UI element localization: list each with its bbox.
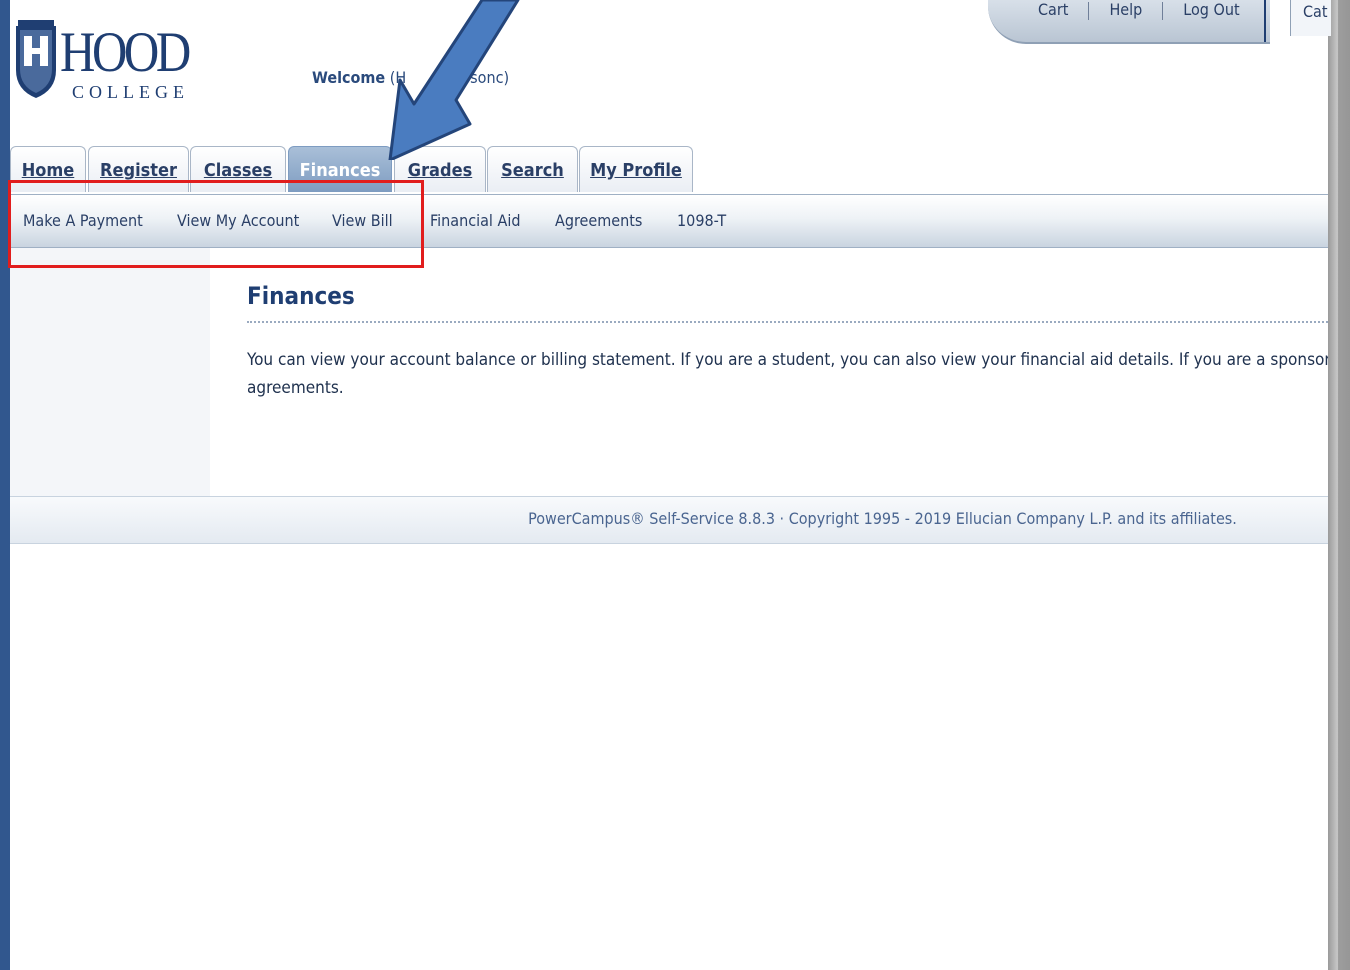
tab-label: Classes (203, 160, 273, 181)
description-line: agreements. (247, 378, 344, 398)
page-description: You can view your account balance or bil… (247, 346, 1328, 402)
tab-my-profile[interactable]: My Profile (579, 146, 693, 192)
welcome-message: Welcome (H dersonc) (312, 68, 509, 87)
tab-label: My Profile (590, 160, 682, 181)
subnav-agreements[interactable]: Agreements (555, 211, 642, 230)
left-frame-border (0, 0, 10, 970)
description-line: You can view your account balance or bil… (247, 350, 1328, 370)
window-scrollbar[interactable] (1328, 0, 1350, 970)
welcome-user-tail: dersonc) (446, 68, 510, 87)
logo-subtitle: COLLEGE (72, 82, 189, 102)
catalog-link-label: Cat (1303, 2, 1328, 21)
page-title: Finances (247, 282, 355, 310)
utility-divider (1264, 0, 1266, 42)
tab-label: Finances (299, 160, 381, 181)
utility-links: Cart Help Log Out (1038, 0, 1240, 20)
footer-copyright: PowerCampus® Self-Service 8.8.3 · Copyri… (528, 509, 1237, 528)
utility-bar: Cart Help Log Out (988, 0, 1270, 44)
tab-label: Search (501, 160, 564, 181)
cart-link[interactable]: Cart (1038, 0, 1068, 19)
logo-wordmark: HOOD (60, 21, 191, 84)
hood-college-logo[interactable]: HOOD COLLEGE (14, 20, 194, 105)
tab-label: Register (100, 160, 177, 181)
log-out-link[interactable]: Log Out (1183, 0, 1239, 19)
tab-label: Home (21, 160, 75, 181)
tab-search[interactable]: Search (487, 146, 578, 192)
welcome-label: Welcome (312, 68, 386, 87)
subnav-financial-aid[interactable]: Financial Aid (430, 211, 520, 230)
shield-icon (16, 20, 56, 98)
page: HOOD COLLEGE Welcome (H dersonc) Cart Help… (8, 0, 1331, 970)
subnav-1098-t[interactable]: 1098-T (677, 211, 726, 230)
welcome-user: (H (389, 68, 407, 87)
left-sidebar (10, 248, 210, 496)
tab-label: Grades (407, 160, 473, 181)
utility-divider (1088, 1, 1090, 20)
title-divider (247, 321, 1328, 323)
utility-divider (1162, 1, 1164, 20)
annotation-highlight-box (8, 180, 424, 268)
catalog-link[interactable]: Cat (1290, 0, 1331, 36)
footer: PowerCampus® Self-Service 8.8.3 · Copyri… (10, 496, 1328, 544)
help-link[interactable]: Help (1109, 0, 1142, 19)
